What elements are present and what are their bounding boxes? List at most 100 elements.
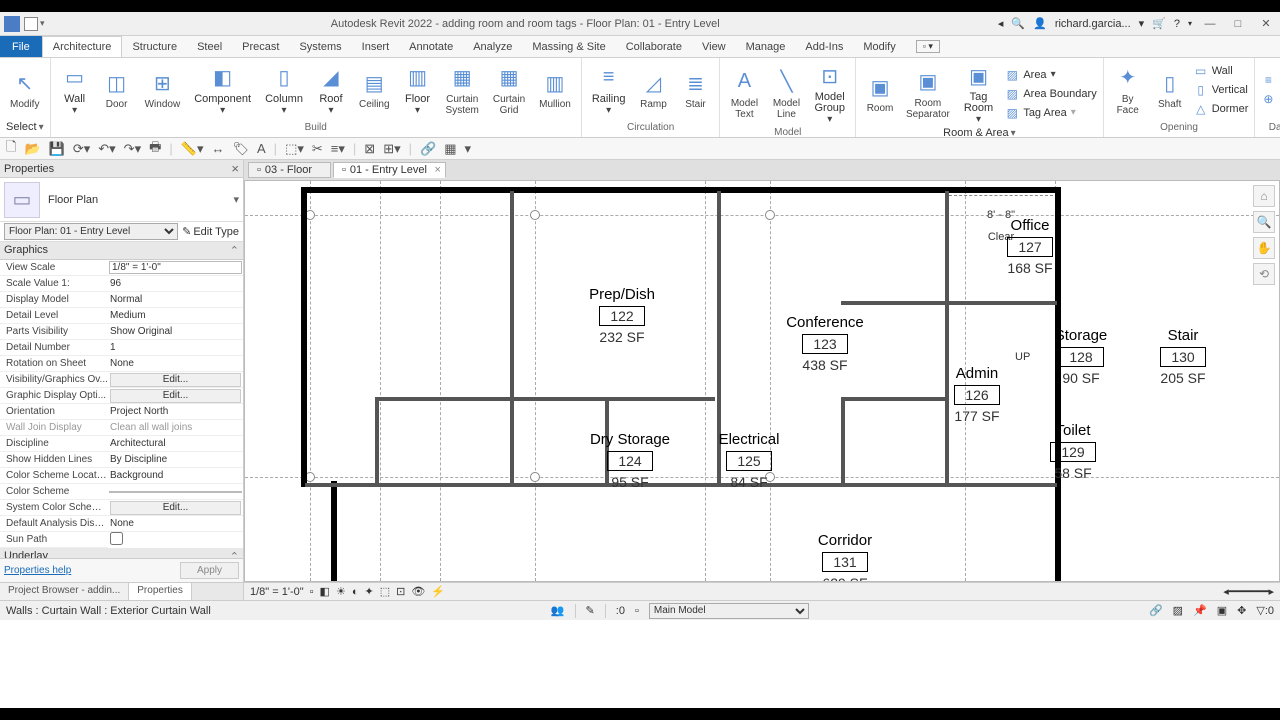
- component-button[interactable]: ◧Component▾: [190, 62, 255, 118]
- pan-icon[interactable]: ✋: [1253, 237, 1275, 259]
- select-pinned-icon[interactable]: 📌: [1193, 604, 1207, 617]
- property-row[interactable]: System Color SchemesEdit...: [0, 500, 243, 516]
- scale-display[interactable]: 1/8" = 1'-0": [250, 586, 304, 598]
- user-name[interactable]: richard.garcia...: [1055, 18, 1131, 30]
- property-row[interactable]: Visibility/Graphics Ov...Edit...: [0, 372, 243, 388]
- design-options-icon[interactable]: ▫: [635, 605, 639, 617]
- measure-icon[interactable]: 📏▾: [181, 141, 204, 157]
- dim-icon[interactable]: ↔: [211, 141, 224, 156]
- close-hidden-icon[interactable]: ⊠: [364, 141, 375, 157]
- property-row[interactable]: DisciplineArchitectural: [0, 436, 243, 452]
- area-boundary-button[interactable]: ▨Area Boundary: [1005, 85, 1096, 103]
- file-tab[interactable]: File: [0, 36, 42, 57]
- apply-button[interactable]: Apply: [180, 562, 239, 579]
- tab-structure[interactable]: Structure: [122, 36, 187, 57]
- print-icon[interactable]: 🖶: [149, 138, 161, 160]
- group-underlay[interactable]: Underlay: [4, 550, 48, 558]
- properties-tab[interactable]: Properties: [129, 583, 192, 600]
- property-row[interactable]: Detail LevelMedium: [0, 308, 243, 324]
- tab-addins[interactable]: Add-Ins: [795, 36, 853, 57]
- help-icon[interactable]: ?: [1174, 18, 1180, 30]
- model-line-button[interactable]: ╲Model Line: [768, 66, 804, 122]
- edit-type-button[interactable]: ✎Edit Type: [182, 225, 239, 238]
- redo-icon[interactable]: ↷▾: [124, 141, 141, 157]
- filter-icon[interactable]: ▽:0: [1256, 604, 1274, 617]
- property-row[interactable]: Graphic Display Opti...Edit...: [0, 388, 243, 404]
- new-icon[interactable]: 🗋: [6, 138, 16, 160]
- customize-icon[interactable]: ▾: [465, 141, 472, 157]
- user-chev-icon[interactable]: ▾: [1139, 17, 1145, 30]
- property-row[interactable]: Show Hidden LinesBy Discipline: [0, 452, 243, 468]
- room-separator-button[interactable]: ▣Room Separator: [904, 66, 952, 122]
- tab-annotate[interactable]: Annotate: [399, 36, 463, 57]
- maximize-button[interactable]: □: [1228, 18, 1248, 30]
- switch-icon[interactable]: ⊞▾: [383, 141, 400, 157]
- manage-links-icon[interactable]: 🔗: [420, 141, 436, 157]
- curtain-grid-button[interactable]: ▦Curtain Grid: [489, 62, 529, 118]
- orbit-icon[interactable]: ⟲: [1253, 263, 1275, 285]
- doctab-close-icon[interactable]: ×: [435, 164, 441, 176]
- ribbon-options[interactable]: ▫ ▾: [906, 36, 950, 57]
- select-links-icon[interactable]: 🔗: [1149, 604, 1163, 617]
- floor-button[interactable]: ▥Floor▾: [400, 62, 436, 118]
- undo-icon[interactable]: ↶▾: [98, 141, 115, 157]
- property-row[interactable]: Rotation on SheetNone: [0, 356, 243, 372]
- select-underlay-icon[interactable]: ▨: [1173, 604, 1183, 617]
- detail-icon[interactable]: ▫: [310, 586, 314, 598]
- grid-button[interactable]: ⊕Grid: [1261, 90, 1280, 108]
- room-button[interactable]: ▣Room: [862, 71, 898, 116]
- crop-region-icon[interactable]: ⊡: [396, 585, 405, 598]
- doc-icon[interactable]: [24, 17, 38, 31]
- doctab-03-floor[interactable]: ▫03 - Floor: [248, 162, 331, 178]
- qat-chevron-icon[interactable]: ▾: [40, 18, 45, 29]
- tag-icon[interactable]: 🏷: [232, 141, 249, 157]
- level-button[interactable]: ≡Level: [1261, 71, 1280, 89]
- tag-area-button[interactable]: ▨Tag Area ▾: [1005, 104, 1096, 122]
- minimize-button[interactable]: —: [1200, 18, 1220, 30]
- by-face-button[interactable]: ✦By Face: [1110, 62, 1146, 118]
- save-icon[interactable]: 💾: [49, 141, 65, 157]
- tab-collaborate[interactable]: Collaborate: [616, 36, 692, 57]
- search-icon[interactable]: 🔍: [1011, 17, 1025, 30]
- window-button[interactable]: ⊞Window: [141, 67, 185, 112]
- signin-icon[interactable]: 👤: [1033, 17, 1047, 30]
- thin-lines-icon[interactable]: ≡▾: [331, 141, 345, 157]
- property-row[interactable]: Color Scheme LocationBackground: [0, 468, 243, 484]
- dormer-button[interactable]: △Dormer: [1194, 100, 1249, 118]
- curtain-system-button[interactable]: ▦Curtain System: [442, 62, 483, 118]
- model-group-button[interactable]: ⊡Model Group▾: [810, 60, 849, 127]
- visual-style-icon[interactable]: ◧: [320, 585, 330, 598]
- mullion-button[interactable]: ▥Mullion: [535, 67, 575, 112]
- modify-button[interactable]: ↖Modify: [6, 67, 43, 112]
- property-row[interactable]: Color Scheme: [0, 484, 243, 500]
- property-row[interactable]: Display ModelNormal: [0, 292, 243, 308]
- hide-icon[interactable]: 👁: [411, 585, 425, 598]
- tab-manage[interactable]: Manage: [736, 36, 796, 57]
- property-row[interactable]: Parts VisibilityShow Original: [0, 324, 243, 340]
- drag-icon[interactable]: ✥: [1237, 604, 1246, 617]
- railing-button[interactable]: ≡Railing▾: [588, 62, 630, 118]
- select-face-icon[interactable]: ▣: [1217, 604, 1227, 617]
- property-grid[interactable]: Graphics⌃ View Scale1/8" = 1'-0"Scale Va…: [0, 242, 243, 558]
- reveal-icon[interactable]: ⚡: [431, 585, 445, 598]
- properties-help-link[interactable]: Properties help: [4, 565, 71, 576]
- tab-analyze[interactable]: Analyze: [463, 36, 522, 57]
- ceiling-button[interactable]: ▤Ceiling: [355, 67, 394, 112]
- crop-icon[interactable]: ⬚: [380, 585, 390, 598]
- tab-systems[interactable]: Systems: [289, 36, 351, 57]
- revit-links-icon[interactable]: ▦: [444, 141, 456, 157]
- 3d-icon[interactable]: ⬚▾: [285, 141, 304, 157]
- type-selector[interactable]: ▭ Floor Plan ▾: [0, 178, 243, 222]
- properties-close-icon[interactable]: ×: [231, 161, 239, 176]
- cart-icon[interactable]: 🛒: [1152, 17, 1166, 30]
- area-button[interactable]: ▨Area ▾: [1005, 66, 1096, 84]
- roof-button[interactable]: ◢Roof▾: [313, 62, 349, 118]
- instance-selector[interactable]: Floor Plan: 01 - Entry Level: [4, 223, 178, 240]
- property-row[interactable]: OrientationProject North: [0, 404, 243, 420]
- property-row[interactable]: Wall Join DisplayClean all wall joins: [0, 420, 243, 436]
- property-row[interactable]: Sun Path: [0, 532, 243, 548]
- worksets-icon[interactable]: 👥: [551, 604, 565, 617]
- tab-precast[interactable]: Precast: [232, 36, 289, 57]
- property-row[interactable]: View Scale1/8" = 1'-0": [0, 260, 243, 276]
- door-button[interactable]: ◫Door: [99, 67, 135, 112]
